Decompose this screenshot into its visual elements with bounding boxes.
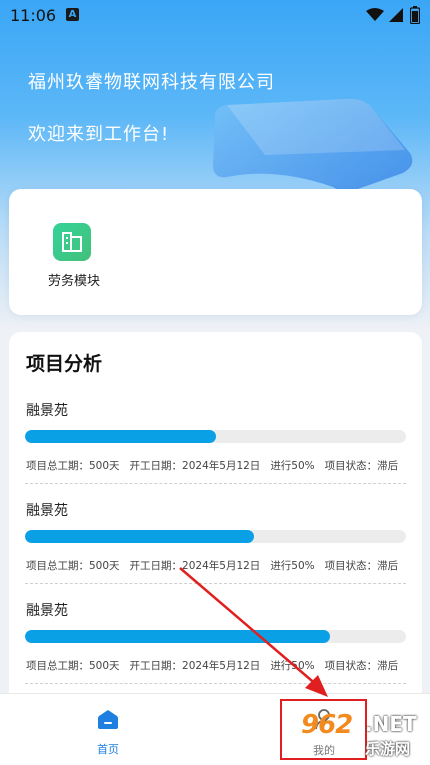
progress-bar <box>25 430 216 443</box>
project-progress: 进行50% <box>270 660 315 672</box>
project-status: 项目状态：滞后 <box>324 660 399 672</box>
project-meta: 项目总工期：500天 开工日期：2024年5月12日 进行50% 项目状态：滞后 <box>26 558 398 573</box>
signal-icon <box>389 8 403 22</box>
module-card: 劳务模块 <box>9 189 422 315</box>
battery-icon <box>410 6 420 24</box>
project-name: 融景苑 <box>26 503 68 519</box>
building-icon <box>53 223 91 261</box>
dashed-divider <box>25 583 406 584</box>
site-watermark-logo: 962 .NET 乐游网 <box>301 710 417 758</box>
notification-a-icon: A <box>66 8 79 21</box>
project-name: 融景苑 <box>26 603 68 619</box>
progress-bar <box>25 530 254 543</box>
project-status: 项目状态：滞后 <box>324 560 399 572</box>
decorative-glass-shape <box>213 98 413 192</box>
project-status: 项目状态：滞后 <box>324 460 399 472</box>
progress-bar <box>25 630 330 643</box>
project-meta: 项目总工期：500天 开工日期：2024年5月12日 进行50% 项目状态：滞后 <box>26 658 398 673</box>
project-duration: 项目总工期：500天 <box>26 660 120 672</box>
project-start-date: 开工日期：2024年5月12日 <box>129 460 261 472</box>
progress-track <box>25 430 406 443</box>
module-label: 劳务模块 <box>47 274 100 289</box>
project-start-date: 开工日期：2024年5月12日 <box>129 560 261 572</box>
project-item[interactable]: 融景苑 项目总工期：500天 开工日期：2024年5月12日 进行50% 项目状态：滞… <box>25 600 407 692</box>
labor-module-button[interactable]: 劳务模块 <box>39 223 109 293</box>
wifi-icon <box>366 8 384 21</box>
dashed-divider <box>25 683 406 684</box>
progress-track <box>25 630 406 643</box>
project-analysis-card: 项目分析 融景苑 项目总工期：500天 开工日期：2024年5月12日 进行50% 项… <box>9 332 422 732</box>
welcome-text: 欢迎来到工作台! <box>28 124 170 145</box>
project-meta: 项目总工期：500天 开工日期：2024年5月12日 进行50% 项目状态：滞后 <box>26 458 398 473</box>
status-time: 11:06 <box>10 6 57 25</box>
project-progress: 进行50% <box>270 460 315 472</box>
project-duration: 项目总工期：500天 <box>26 460 120 472</box>
company-name: 福州玖睿物联网科技有限公司 <box>28 72 275 93</box>
nav-home-tab[interactable]: 首页 <box>84 708 132 758</box>
project-duration: 项目总工期：500天 <box>26 560 120 572</box>
project-name: 融景苑 <box>26 403 68 419</box>
project-progress: 进行50% <box>270 560 315 572</box>
project-start-date: 开工日期：2024年5月12日 <box>129 660 261 672</box>
project-item[interactable]: 融景苑 项目总工期：500天 开工日期：2024年5月12日 进行50% 项目状态：滞… <box>25 500 407 592</box>
nav-home-label: 首页 <box>97 743 119 756</box>
project-item[interactable]: 融景苑 项目总工期：500天 开工日期：2024年5月12日 进行50% 项目状态：滞… <box>25 400 407 492</box>
section-title: 项目分析 <box>26 353 103 375</box>
progress-track <box>25 530 406 543</box>
status-bar: 11:06 A <box>0 0 430 32</box>
dashed-divider <box>25 483 406 484</box>
home-icon <box>98 710 118 729</box>
